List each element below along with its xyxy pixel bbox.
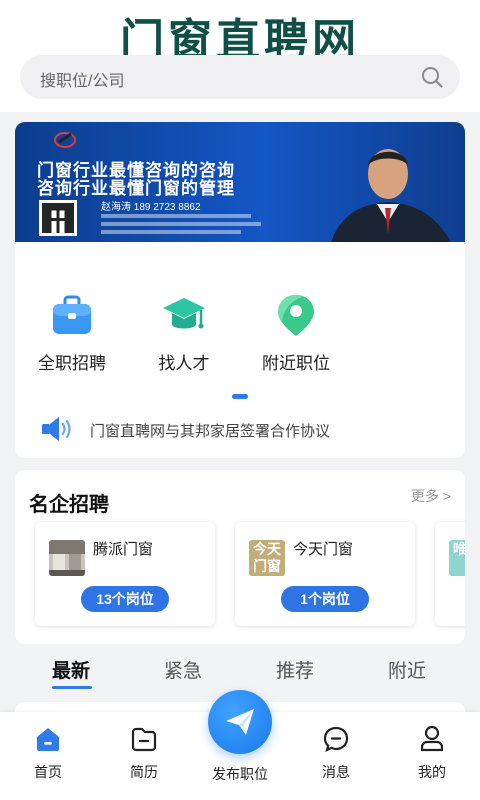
nav-home[interactable]: 首页 bbox=[8, 724, 88, 782]
company-logo-image: 唯宅 bbox=[449, 540, 465, 576]
banner-logo-icon bbox=[54, 132, 76, 148]
tab-recommended[interactable]: 推荐 bbox=[276, 656, 314, 683]
resume-folder-icon bbox=[131, 727, 157, 752]
location-pin-icon bbox=[278, 295, 314, 336]
quick-entry-label: 附近职位 bbox=[262, 354, 330, 373]
tab-latest[interactable]: 最新 bbox=[52, 656, 90, 683]
promo-banner[interactable]: 门窗行业最懂咨询的咨询 咨询行业最懂门窗的管理 赵海涛 189 2723 886… bbox=[15, 122, 465, 242]
speaker-icon bbox=[42, 417, 71, 441]
nav-label: 我的 bbox=[418, 764, 446, 780]
graduation-cap-icon bbox=[163, 298, 205, 329]
nav-resume[interactable]: 简历 bbox=[104, 724, 184, 782]
paper-plane-icon bbox=[226, 709, 254, 735]
carousel-indicator bbox=[232, 394, 248, 399]
job-count-badge[interactable]: 13个岗位 bbox=[81, 586, 169, 612]
tab-urgent[interactable]: 紧急 bbox=[164, 656, 202, 683]
company-card[interactable]: 唯宅 bbox=[435, 522, 465, 626]
banner-fine-print bbox=[101, 230, 241, 234]
quick-entry-row: 全职招聘 找人才 附近职位 bbox=[15, 292, 465, 374]
post-job-button[interactable] bbox=[208, 690, 272, 754]
quick-entry-fulltime[interactable]: 全职招聘 bbox=[17, 292, 127, 374]
company-name: 腾派门窗 bbox=[93, 541, 154, 558]
nav-messages[interactable]: 消息 bbox=[296, 724, 376, 782]
search-bar[interactable]: 搜职位/公司 bbox=[20, 55, 460, 99]
section-title: 名企招聘 bbox=[29, 494, 109, 516]
home-top-card: 门窗行业最懂咨询的咨询 咨询行业最懂门窗的管理 赵海涛 189 2723 886… bbox=[15, 122, 465, 458]
search-input[interactable]: 搜职位/公司 bbox=[40, 67, 124, 91]
more-link[interactable]: 更多 > bbox=[411, 486, 451, 506]
company-card[interactable]: 今天门窗 今天门窗 1个岗位 bbox=[235, 522, 415, 626]
tab-active-indicator bbox=[52, 686, 92, 689]
quick-entry-talent[interactable]: 找人才 bbox=[129, 292, 239, 374]
post-job-label: 发布职位 bbox=[212, 766, 268, 782]
tab-nearby[interactable]: 附近 bbox=[388, 656, 426, 683]
quick-entry-nearby[interactable]: 附近职位 bbox=[241, 292, 351, 374]
header: 门窗直聘网 搜职位/公司 bbox=[0, 0, 480, 112]
bottom-navigation: 首页 简历 发布职位 消息 我的 bbox=[0, 690, 480, 800]
nav-profile[interactable]: 我的 bbox=[392, 724, 472, 782]
qr-code-icon bbox=[39, 200, 77, 236]
briefcase-icon bbox=[53, 295, 91, 334]
company-logo-image bbox=[49, 540, 85, 576]
banner-person-image bbox=[331, 149, 451, 242]
job-filter-tabs: 最新 紧急 推荐 附近 bbox=[0, 650, 480, 694]
company-logo-text: 今天门窗 bbox=[253, 541, 281, 574]
famous-companies-section: 名企招聘 更多 > 腾派门窗 13个岗位 今天门窗 今天门窗 1个岗位 唯宅 bbox=[15, 470, 465, 644]
company-name: 今天门窗 bbox=[293, 541, 354, 558]
nav-label: 简历 bbox=[130, 764, 158, 780]
home-icon bbox=[37, 728, 59, 751]
company-logo-image: 今天门窗 bbox=[249, 540, 285, 576]
banner-fine-print bbox=[101, 214, 251, 218]
quick-entry-label: 找人才 bbox=[158, 354, 210, 373]
job-count-badge[interactable]: 1个岗位 bbox=[281, 586, 369, 612]
search-icon[interactable] bbox=[420, 65, 444, 89]
news-text[interactable]: 门窗直聘网与其邦家居签署合作协议 bbox=[90, 420, 330, 441]
quick-entry-label: 全职招聘 bbox=[38, 354, 106, 373]
company-card[interactable]: 腾派门窗 13个岗位 bbox=[35, 522, 215, 626]
banner-headline-2: 咨询行业最懂门窗的管理 bbox=[37, 179, 235, 198]
banner-fine-print bbox=[101, 222, 261, 226]
nav-label: 消息 bbox=[322, 764, 350, 780]
nav-label: 首页 bbox=[34, 764, 62, 780]
message-bubble-icon bbox=[323, 726, 349, 753]
banner-contact: 赵海涛 189 2723 8862 bbox=[101, 202, 201, 213]
user-icon bbox=[420, 725, 444, 752]
company-logo-text: 唯宅 bbox=[453, 541, 465, 557]
